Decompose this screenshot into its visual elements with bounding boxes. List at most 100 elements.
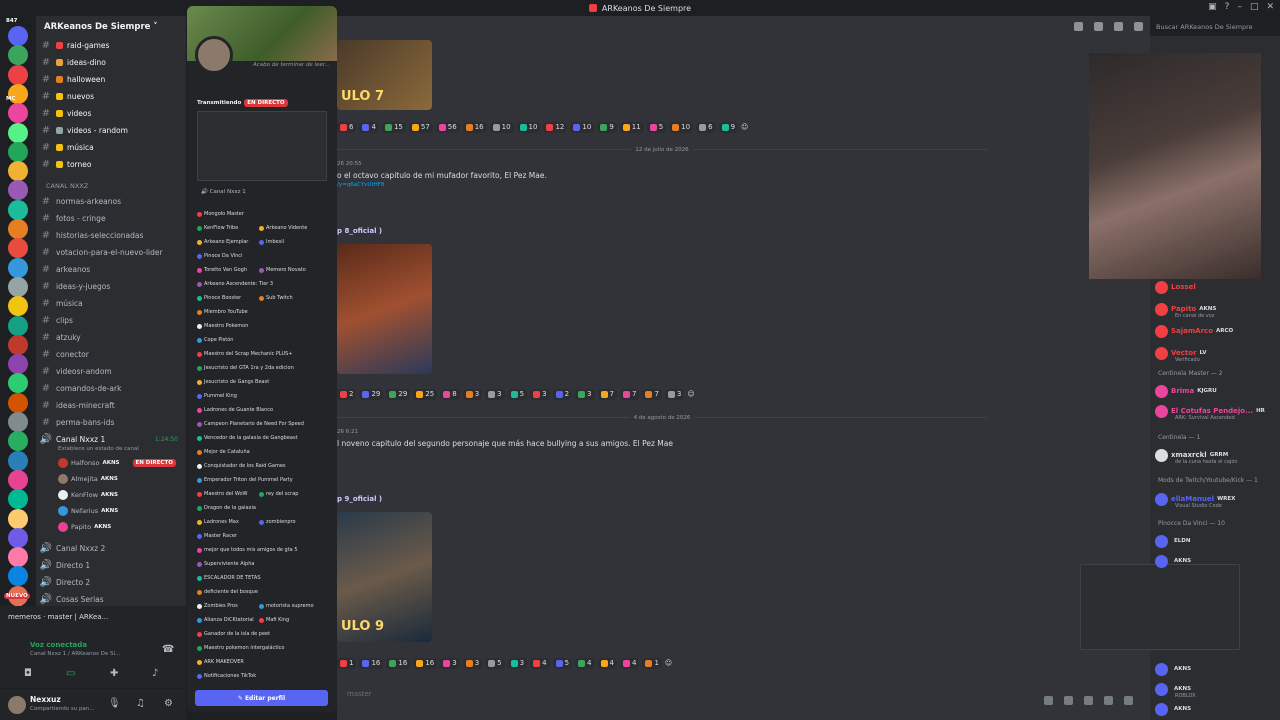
mic-icon[interactable]: 🎙: [108, 698, 121, 709]
reaction[interactable]: 57: [408, 121, 433, 133]
headphones-icon[interactable]: ♫: [136, 698, 145, 709]
channel-item[interactable]: # normas-arkeanos: [36, 193, 186, 209]
reaction[interactable]: 10: [669, 121, 694, 133]
channel-item[interactable]: # nuevos: [36, 88, 186, 104]
gif-icon[interactable]: [1064, 696, 1073, 705]
reaction[interactable]: 25: [413, 388, 438, 400]
voice-channel[interactable]: 🔊 Canal Nxxz 2: [36, 540, 186, 556]
member-item[interactable]: SajamArco ARCO: [1155, 322, 1233, 340]
activity-icon[interactable]: ✚: [110, 668, 118, 679]
member-item[interactable]: ELDN: [1155, 532, 1190, 550]
reaction[interactable]: 16: [359, 657, 384, 669]
reaction[interactable]: 5: [552, 657, 573, 669]
channel-item[interactable]: # ideas-y-juegos: [36, 278, 186, 294]
reaction[interactable]: 3: [485, 388, 505, 400]
maximize-icon[interactable]: □: [1250, 2, 1259, 12]
reaction[interactable]: 6: [337, 121, 357, 133]
reaction[interactable]: 3: [575, 388, 595, 400]
member-item[interactable]: AKNS: [1155, 660, 1191, 678]
add-reaction-icon[interactable]: ☺: [665, 659, 672, 667]
channel-item[interactable]: # arkeanos: [36, 261, 186, 277]
reaction[interactable]: 4: [575, 657, 595, 669]
server-icon[interactable]: [8, 199, 28, 220]
message-image[interactable]: ULO 9: [337, 512, 432, 642]
message-input[interactable]: master: [337, 690, 1037, 698]
voice-status[interactable]: Establece un estado de canal: [58, 446, 139, 452]
sticker-icon[interactable]: [1084, 696, 1093, 705]
server-icon[interactable]: [8, 334, 28, 355]
server-icon[interactable]: [8, 64, 28, 85]
server-icon[interactable]: [8, 180, 28, 201]
server-icon[interactable]: [8, 527, 28, 548]
voice-channel[interactable]: 🔊 Directo 2: [36, 574, 186, 590]
message-image[interactable]: ULO 7: [337, 40, 432, 110]
server-icon[interactable]: [8, 547, 28, 568]
channel-item[interactable]: # videos - random: [36, 122, 186, 138]
server-icon[interactable]: [8, 431, 28, 452]
channel-item[interactable]: # votacion-para-el-nuevo-lider: [36, 244, 186, 260]
message-image[interactable]: [337, 244, 432, 374]
reaction[interactable]: 7: [619, 388, 640, 400]
channel-item[interactable]: # música: [36, 295, 186, 311]
member-item[interactable]: AKNS: [1155, 700, 1191, 718]
reaction[interactable]: 3: [507, 657, 528, 669]
soundboard-icon[interactable]: ♪: [152, 668, 158, 679]
reaction[interactable]: 12: [543, 121, 568, 133]
server-icon[interactable]: [8, 489, 28, 510]
reaction[interactable]: 3: [462, 657, 483, 669]
bell-icon[interactable]: [1094, 22, 1103, 31]
message-link[interactable]: /y=q6aCYvUtHF8: [337, 182, 384, 188]
reaction[interactable]: 29: [386, 388, 411, 400]
add-reaction-icon[interactable]: ☺: [741, 123, 748, 131]
server-icon[interactable]: [8, 141, 28, 162]
search-input[interactable]: Buscar ARKeanos De Siempre: [1152, 21, 1267, 35]
reaction[interactable]: 10: [489, 121, 514, 133]
server-icon[interactable]: [8, 103, 28, 124]
threads-icon[interactable]: [1074, 22, 1083, 31]
reaction[interactable]: 4: [597, 657, 617, 669]
channel-item[interactable]: # ideas-minecraft: [36, 397, 186, 413]
reaction[interactable]: 9: [718, 121, 739, 133]
close-icon[interactable]: ✕: [1266, 2, 1274, 12]
channel-item[interactable]: # atzuky: [36, 329, 186, 345]
voice-channel[interactable]: 🔊 Cosas Serias: [36, 591, 186, 607]
minimize-icon[interactable]: –: [1237, 2, 1242, 12]
server-icon[interactable]: [8, 469, 28, 490]
reaction[interactable]: 3: [462, 388, 483, 400]
channel-item[interactable]: # perma-bans-ids: [36, 414, 186, 430]
reaction[interactable]: 10: [570, 121, 595, 133]
member-item[interactable]: Brima KJGRU: [1155, 382, 1217, 400]
server-icon[interactable]: [8, 257, 28, 278]
reaction[interactable]: 1: [337, 657, 357, 669]
voice-user[interactable]: KenFlow AKNS: [58, 488, 118, 502]
channel-mention[interactable]: p 9_oficial ): [337, 495, 382, 503]
emoji-icon[interactable]: [1104, 696, 1113, 705]
server-icon[interactable]: [8, 45, 28, 66]
apps-icon[interactable]: [1124, 696, 1133, 705]
server-icon[interactable]: [8, 412, 28, 432]
channel-item[interactable]: # videosr-andom: [36, 363, 186, 379]
reaction[interactable]: 4: [359, 121, 379, 133]
reaction[interactable]: 3: [664, 388, 685, 400]
channel-item[interactable]: # fotos - cringe: [36, 210, 186, 226]
reaction[interactable]: 5: [485, 657, 505, 669]
add-reaction-icon[interactable]: ☺: [687, 390, 694, 398]
screen-share-icon[interactable]: ▭: [66, 668, 75, 679]
reaction[interactable]: 8: [440, 388, 460, 400]
reaction[interactable]: 9: [597, 121, 617, 133]
server-icon[interactable]: [8, 566, 28, 587]
server-icon[interactable]: [8, 315, 28, 336]
server-icon[interactable]: [8, 26, 28, 46]
disconnect-icon[interactable]: ☎: [162, 644, 174, 655]
channel-item[interactable]: # raid-games: [36, 37, 186, 53]
server-icon[interactable]: [8, 161, 28, 182]
channel-item[interactable]: # videos: [36, 105, 186, 121]
channel-item[interactable]: # música: [36, 139, 186, 155]
channel-item[interactable]: # comandos-de-ark: [36, 380, 186, 396]
help-icon[interactable]: ?: [1225, 2, 1230, 12]
reaction[interactable]: 1: [642, 657, 662, 669]
server-icon[interactable]: [8, 508, 28, 529]
gift-icon[interactable]: [1044, 696, 1053, 705]
reaction[interactable]: 3: [530, 388, 550, 400]
channel-item[interactable]: # ideas-dino: [36, 54, 186, 70]
